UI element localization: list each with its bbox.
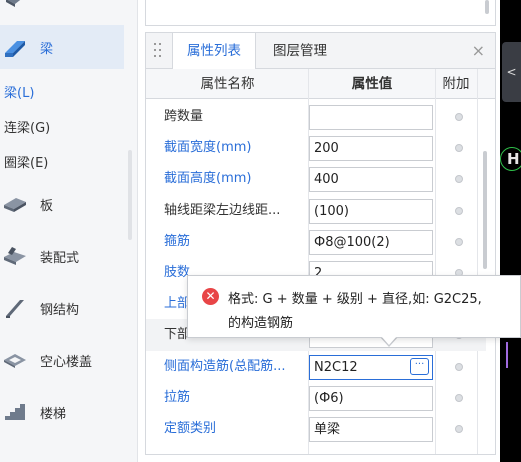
- property-value-field[interactable]: (100): [309, 198, 433, 224]
- property-name: 定额类别: [164, 421, 217, 436]
- attach-checkbox[interactable]: [455, 206, 463, 215]
- sidebar-item-slab[interactable]: 板: [0, 182, 124, 226]
- sidebar-item-label: 装配式: [40, 250, 80, 266]
- tab-layer-management[interactable]: 图层管理: [273, 33, 327, 69]
- sidebar-item-prefab[interactable]: 装配式: [0, 234, 124, 278]
- column-header-name: 属性名称: [200, 76, 255, 92]
- property-row[interactable]: 截面高度(mm) 400: [146, 163, 486, 195]
- property-value-text: N2C12: [314, 359, 358, 375]
- property-row[interactable]: 截面宽度(mm) 200: [146, 132, 486, 164]
- subitem-coupling-beam-g[interactable]: 连梁(G): [4, 117, 50, 136]
- panel-header: 属性列表 图层管理 ×: [146, 33, 495, 69]
- upper-panel-scrollbar[interactable]: [485, 0, 489, 14]
- error-icon: ✕: [202, 288, 219, 305]
- sidebar-item-label: 楼梯: [40, 406, 67, 422]
- tab-property-list[interactable]: 属性列表: [172, 33, 256, 69]
- axis-marker-h: H: [500, 147, 521, 171]
- property-value-field[interactable]: (Ф6): [309, 385, 433, 411]
- property-row[interactable]: 拉筋 (Ф6): [146, 382, 486, 414]
- tooltip-arrow-inner: [381, 336, 397, 345]
- attach-checkbox[interactable]: [455, 393, 463, 402]
- slab-icon: [2, 191, 28, 217]
- attach-checkbox[interactable]: [455, 175, 463, 184]
- property-panel-scrollbar[interactable]: [483, 151, 487, 269]
- subitem-ring-beam-e[interactable]: 圈梁(E): [4, 152, 48, 171]
- column-header-value: 属性值: [351, 76, 393, 92]
- subitem-beam-l[interactable]: 梁(L): [4, 82, 34, 101]
- prefab-icon: [2, 243, 28, 269]
- property-row[interactable]: 定额类别 单梁: [146, 413, 486, 445]
- drawing-line: [506, 342, 508, 368]
- property-value-field[interactable]: [309, 105, 433, 130]
- property-row[interactable]: 跨数量: [146, 101, 486, 133]
- stairs-icon: [2, 399, 28, 425]
- attach-checkbox[interactable]: [455, 425, 463, 433]
- attach-checkbox[interactable]: [455, 237, 463, 246]
- sidebar-scrollbar[interactable]: [128, 150, 132, 240]
- property-value-text: Ф8@100(2): [314, 234, 390, 250]
- property-name: 轴线距梁左边线距...: [164, 202, 281, 218]
- property-value-field[interactable]: 单梁: [309, 417, 433, 442]
- property-row[interactable]: 侧面构造筋(总配筋... N2C12 ···: [146, 351, 486, 383]
- tooltip-line-1: 格式: G + 数量 + 级别 + 直径,如: G2C25,: [228, 292, 482, 307]
- format-tooltip: ✕ 格式: G + 数量 + 级别 + 直径,如: G2C25, 的构造钢筋: [187, 275, 521, 338]
- sidebar-item-label: 板: [40, 198, 54, 214]
- property-value-field[interactable]: Ф8@100(2): [309, 229, 433, 255]
- drag-grip-icon[interactable]: [154, 43, 162, 59]
- property-value-field[interactable]: N2C12 ···: [309, 354, 433, 380]
- sidebar-item-beam[interactable]: 梁: [0, 25, 124, 69]
- steel-structure-icon: [2, 295, 28, 321]
- property-value-text: 单梁: [314, 422, 341, 437]
- attach-checkbox[interactable]: [455, 144, 463, 153]
- property-value-text: 200: [314, 141, 339, 157]
- close-icon[interactable]: ×: [472, 41, 485, 61]
- partial-component-icon: [2, 0, 28, 9]
- property-value-text: 400: [314, 172, 339, 188]
- sidebar-item-steel[interactable]: 钢结构: [0, 286, 124, 330]
- sidebar-item-label: 梁: [40, 41, 54, 57]
- tooltip-line-2: 的构造钢筋: [228, 316, 294, 331]
- property-value-text: (100): [314, 203, 349, 219]
- collapse-panel-button[interactable]: <: [502, 42, 521, 102]
- property-value-field[interactable]: 400: [309, 167, 433, 193]
- attach-checkbox[interactable]: [455, 362, 463, 371]
- beam-icon: [2, 34, 28, 60]
- property-name: 截面高度(mm): [164, 171, 252, 187]
- table-header: 属性名称 属性值 附加: [146, 69, 495, 99]
- attach-checkbox[interactable]: [455, 113, 463, 121]
- sidebar-item-stairs[interactable]: 楼梯: [0, 390, 124, 434]
- upper-panel: [145, 0, 496, 26]
- property-name: 跨数量: [164, 109, 204, 124]
- hollow-floor-icon: [2, 347, 28, 373]
- property-value-field[interactable]: 200: [309, 136, 433, 162]
- sidebar-item-label: 钢结构: [40, 302, 80, 318]
- sidebar-item-partial[interactable]: [0, 0, 124, 18]
- property-row[interactable]: 箍筋 Ф8@100(2): [146, 226, 486, 258]
- property-name: 侧面构造筋(总配筋...: [164, 358, 286, 374]
- property-panel: 属性列表 图层管理 × 属性名称 属性值 附加 跨数量 截面宽度(mm) 200 截面…: [145, 32, 496, 455]
- property-value-text: (Ф6): [314, 390, 344, 406]
- component-sidebar: 梁 梁(L) 连梁(G) 圈梁(E) 板 装配式 钢结构 空心楼盖 楼梯: [0, 0, 138, 462]
- property-row[interactable]: 轴线距梁左边线距... (100): [146, 195, 486, 227]
- property-name: 箍筋: [164, 233, 191, 249]
- property-name: 拉筋: [164, 389, 191, 405]
- more-options-button[interactable]: ···: [410, 357, 429, 375]
- sidebar-item-hollow-floor[interactable]: 空心楼盖: [0, 338, 124, 382]
- column-header-extra: 附加: [442, 76, 470, 92]
- property-name: 截面宽度(mm): [164, 140, 252, 156]
- sidebar-item-label: 空心楼盖: [40, 354, 93, 370]
